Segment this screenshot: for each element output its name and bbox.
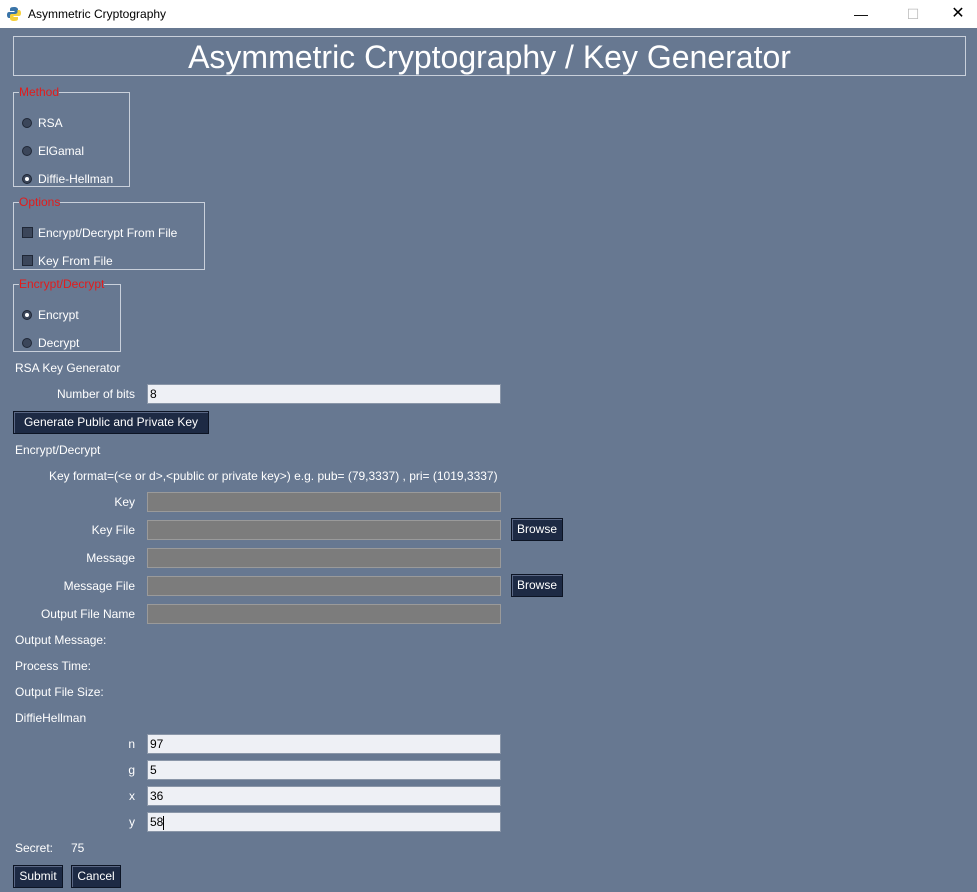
radio-indicator[interactable]	[22, 337, 32, 348]
generate-keys-button[interactable]: Generate Public and Private Key	[13, 411, 209, 434]
options-group: Options Encrypt/Decrypt From File Key Fr…	[13, 196, 205, 270]
radio-indicator-selected[interactable]	[22, 173, 32, 184]
message-file-input[interactable]	[147, 576, 501, 596]
checkbox-indicator[interactable]	[22, 255, 33, 267]
method-legend: Method	[19, 85, 60, 99]
secret-value: 75	[71, 841, 85, 855]
page-title: Asymmetric Cryptography / Key Generator	[13, 36, 966, 76]
radio-indicator-selected[interactable]	[22, 309, 32, 320]
cancel-button[interactable]: Cancel	[71, 865, 121, 888]
output-message-label: Output Message:	[15, 633, 107, 647]
close-button[interactable]: ✕	[935, 0, 977, 28]
g-label: g	[128, 763, 135, 777]
x-input[interactable]	[147, 786, 501, 806]
radio-indicator[interactable]	[22, 117, 32, 128]
python-icon	[7, 7, 21, 21]
process-time-label: Process Time:	[15, 659, 92, 673]
window-title: Asymmetric Cryptography	[28, 7, 167, 21]
method-group: Method RSA ElGamal Diffie-Hellman	[13, 86, 130, 187]
key-format-hint: Key format=(<e or d>,<public or private …	[49, 469, 498, 483]
radio-decrypt[interactable]: Decrypt	[22, 334, 79, 352]
secret-label: Secret:	[15, 841, 54, 855]
n-input[interactable]	[147, 734, 501, 754]
radio-rsa[interactable]: RSA	[22, 114, 63, 132]
maximize-button[interactable]: ☐	[890, 0, 936, 28]
key-file-label: Key File	[91, 523, 135, 537]
browse-key-file-button[interactable]: Browse	[511, 518, 563, 541]
radio-encrypt[interactable]: Encrypt	[22, 306, 79, 324]
diffie-hellman-heading: DiffieHellman	[15, 711, 87, 725]
message-file-label: Message File	[63, 579, 135, 593]
message-label: Message	[86, 551, 135, 565]
bits-label: Number of bits	[56, 387, 135, 401]
text-caret	[163, 815, 165, 830]
g-input[interactable]	[147, 760, 501, 780]
radio-elgamal[interactable]: ElGamal	[22, 142, 84, 160]
key-file-input[interactable]	[147, 520, 501, 540]
checkbox-key-from-file[interactable]: Key From File	[22, 252, 113, 270]
message-input[interactable]	[147, 548, 501, 568]
key-label: Key	[114, 495, 135, 509]
encrypt-decrypt-legend: Encrypt/Decrypt	[19, 277, 105, 291]
output-file-label: Output File Name	[40, 607, 135, 621]
bits-input[interactable]	[147, 384, 501, 404]
radio-indicator[interactable]	[22, 145, 32, 156]
radio-diffie-hellman[interactable]: Diffie-Hellman	[22, 170, 113, 188]
window-titlebar: Asymmetric Cryptography — ☐ ✕	[0, 0, 977, 28]
encrypt-decrypt-group: Encrypt/Decrypt Encrypt Decrypt	[13, 278, 121, 352]
checkbox-indicator[interactable]	[22, 227, 33, 239]
x-label: x	[129, 789, 135, 803]
y-label: y	[129, 815, 135, 829]
key-input[interactable]	[147, 492, 501, 512]
browse-message-file-button[interactable]: Browse	[511, 574, 563, 597]
output-file-size-label: Output File Size:	[15, 685, 104, 699]
output-file-input[interactable]	[147, 604, 501, 624]
submit-button[interactable]: Submit	[13, 865, 63, 888]
checkbox-encrypt-from-file[interactable]: Encrypt/Decrypt From File	[22, 224, 177, 242]
rsa-heading: RSA Key Generator	[15, 361, 121, 375]
y-input[interactable]: 58	[147, 812, 501, 832]
minimize-button[interactable]: —	[838, 0, 884, 28]
n-label: n	[128, 737, 135, 751]
encrypt-decrypt-heading: Encrypt/Decrypt	[15, 443, 101, 457]
options-legend: Options	[19, 195, 61, 209]
